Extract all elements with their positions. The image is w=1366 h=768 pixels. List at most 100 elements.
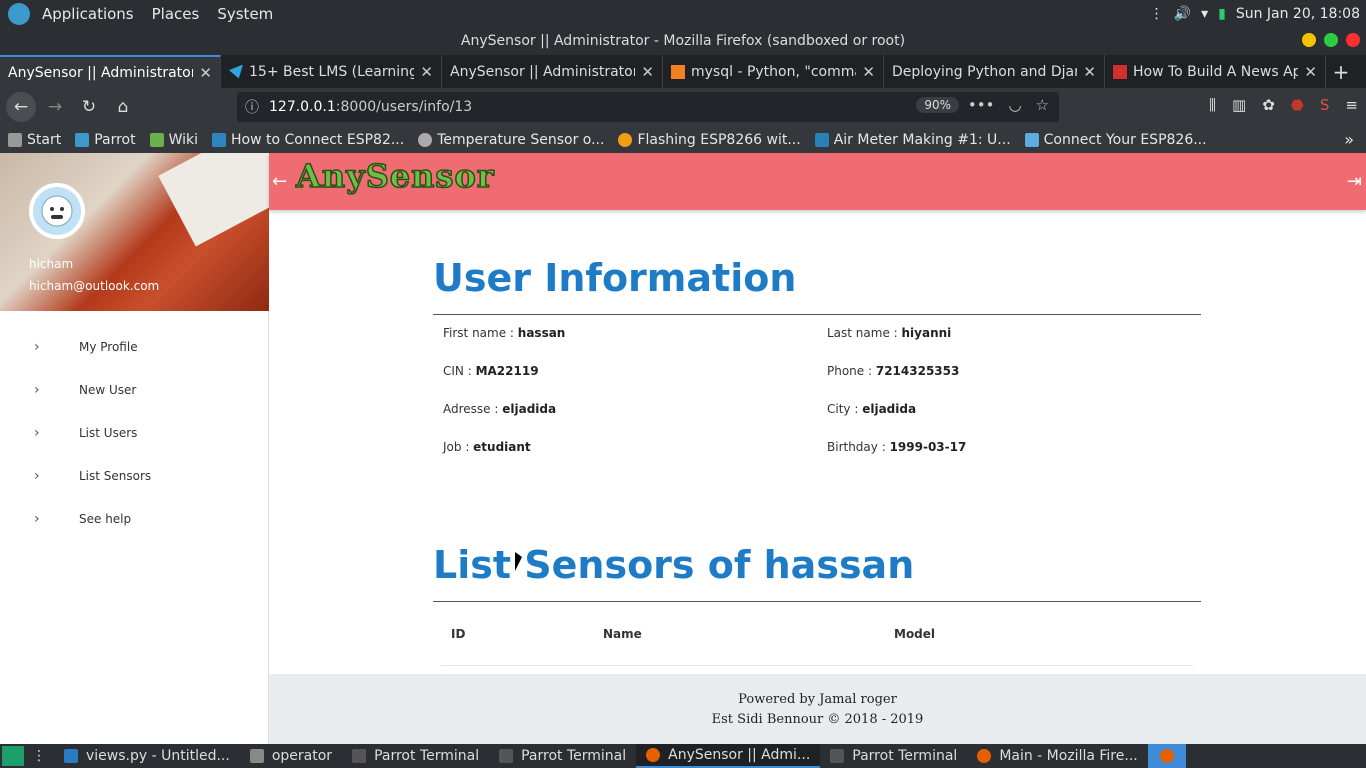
new-tab-button[interactable]: + — [1326, 55, 1356, 88]
extension-icon[interactable]: ✿ — [1262, 96, 1275, 114]
task-terminal-2[interactable]: Parrot Terminal — [489, 744, 636, 768]
close-tab-icon[interactable]: ✕ — [199, 64, 212, 82]
menu-applications[interactable]: Applications — [42, 0, 134, 28]
library-icon[interactable]: ⫼ — [1209, 96, 1216, 114]
bookmark-esp-connect[interactable]: How to Connect ESP82... — [212, 132, 404, 148]
tab-news-app[interactable]: How To Build A News Ap ✕ — [1105, 55, 1326, 88]
bookmark-parrot[interactable]: Parrot — [75, 132, 136, 148]
task-firefox-launcher[interactable] — [1147, 744, 1186, 768]
gear-icon — [8, 132, 22, 147]
page-actions-icon[interactable]: ••• — [968, 96, 995, 114]
bookmark-star-icon[interactable]: ☆ — [1036, 96, 1049, 114]
s-extension-icon[interactable]: S — [1320, 96, 1330, 114]
close-tab-icon[interactable]: ✕ — [420, 63, 433, 81]
close-tab-icon[interactable]: ✕ — [862, 63, 875, 81]
header-background — [158, 153, 269, 247]
hamburger-menu-icon[interactable]: ≡ — [1345, 96, 1358, 114]
back-arrow-icon[interactable]: ← — [272, 171, 287, 192]
tab-lms[interactable]: 15+ Best LMS (Learning M ✕ — [221, 55, 442, 88]
field-value: hiyanni — [901, 326, 952, 340]
column-id[interactable]: ID — [451, 627, 603, 641]
tab-mysql[interactable]: mysql - Python, "comma ✕ — [663, 55, 884, 88]
sensors-title: List Sensors of hassan — [433, 543, 1201, 602]
field-label: Job : — [443, 440, 474, 454]
task-operator[interactable]: operator — [240, 744, 342, 768]
vscode-icon — [64, 749, 78, 763]
menu-places[interactable]: Places — [152, 0, 200, 28]
url-bar[interactable]: ⓘ 127.0.0.1 :8000/users/info/13 90% ••• … — [237, 92, 1059, 122]
sidebar-item-label: See help — [79, 511, 132, 526]
task-firefox-main[interactable]: Main - Mozilla Fire... — [967, 744, 1147, 768]
tab-anysensor-2[interactable]: AnySensor || Administrator ✕ — [442, 55, 663, 88]
system-tray: ⋮ 🔊 ▾ ▮ Sun Jan 20, 18:08 — [1150, 0, 1360, 28]
sidebar-icon[interactable]: ▥ — [1232, 96, 1246, 114]
app-header: ← AnySensor ⇥ — [269, 153, 1366, 210]
sidebar-item-see-help[interactable]: › See help — [0, 497, 268, 540]
field-value: MA22119 — [475, 364, 539, 378]
task-anysensor[interactable]: AnySensor || Admi... — [636, 744, 821, 768]
close-tab-icon[interactable]: ✕ — [1304, 63, 1317, 81]
tab-anysensor-1[interactable]: AnySensor || Administrator ✕ — [0, 55, 221, 88]
sidebar-item-list-sensors[interactable]: › List Sensors — [0, 454, 268, 497]
battery-icon[interactable]: ▮ — [1218, 6, 1226, 22]
field-label: Adresse : — [443, 402, 503, 416]
info-icon[interactable]: ⓘ — [245, 97, 259, 117]
bookmark-connect-esp[interactable]: Connect Your ESP826... — [1024, 132, 1207, 148]
task-terminal-3[interactable]: Parrot Terminal — [820, 744, 967, 768]
column-name[interactable]: Name — [603, 627, 894, 641]
home-button[interactable]: ⌂ — [108, 92, 138, 122]
menu-system[interactable]: System — [217, 0, 273, 28]
task-label: Parrot Terminal — [374, 748, 480, 764]
sidebar-item-label: My Profile — [79, 339, 138, 354]
page-footer: Powered by Jamal roger Est Sidi Bennour … — [269, 674, 1366, 744]
minimize-button[interactable] — [1302, 33, 1316, 47]
close-tab-icon[interactable]: ✕ — [1083, 63, 1096, 81]
tray-menu-icon[interactable]: ⋮ — [1150, 6, 1164, 22]
bookmark-air-meter[interactable]: Air Meter Making #1: U... — [814, 132, 1011, 148]
show-desktop-button[interactable] — [2, 746, 24, 766]
sidebar-item-label: New User — [79, 382, 137, 397]
bookmark-wiki[interactable]: Wiki — [149, 131, 199, 148]
task-terminal-1[interactable]: Parrot Terminal — [342, 744, 489, 768]
task-views-py[interactable]: views.py - Untitled... — [54, 744, 240, 768]
ublock-icon[interactable]: ⬣ — [1291, 96, 1304, 114]
tab-label: mysql - Python, "comma — [691, 63, 857, 80]
forward-button[interactable]: → — [40, 92, 70, 122]
mouse-cursor-icon — [515, 552, 522, 571]
sidebar-item-new-user[interactable]: › New User — [0, 368, 268, 411]
volume-icon[interactable]: 🔊 — [1174, 6, 1191, 22]
reload-button[interactable]: ↻ — [74, 92, 104, 122]
bookmark-flashing[interactable]: Flashing ESP8266 wit... — [618, 132, 801, 148]
bookmark-start[interactable]: Start — [8, 132, 61, 148]
field-value: eljadida — [862, 402, 917, 416]
bookmark-temp-sensor[interactable]: Temperature Sensor o... — [418, 132, 604, 148]
url-host: 127.0.0.1 — [269, 99, 336, 115]
bookmarks-overflow-icon[interactable]: » — [1344, 130, 1354, 149]
app-logo[interactable]: AnySensor — [295, 156, 495, 196]
field-value: hassan — [517, 326, 566, 340]
column-model[interactable]: Model — [894, 627, 935, 641]
maximize-button[interactable] — [1324, 33, 1338, 47]
back-button[interactable]: ← — [6, 92, 36, 122]
pocket-icon[interactable]: ◡ — [1008, 96, 1021, 114]
parrot-menu-icon[interactable] — [8, 3, 30, 25]
field-label: CIN : — [443, 364, 476, 378]
url-path: :8000/users/info/13 — [335, 99, 473, 115]
avatar[interactable] — [29, 183, 85, 239]
hashtag-icon — [814, 132, 829, 147]
user-info-grid: First name : hassan Last name : hiyanni … — [433, 315, 1201, 467]
system-menus: Applications Places System — [36, 0, 297, 28]
sidebar-item-my-profile[interactable]: › My Profile — [0, 325, 268, 368]
wifi-icon[interactable]: ▾ — [1201, 6, 1208, 22]
logout-icon[interactable]: ⇥ — [1347, 171, 1362, 192]
task-label: operator — [271, 748, 333, 764]
system-top-bar: Applications Places System ⋮ 🔊 ▾ ▮ Sun J… — [0, 0, 1366, 28]
close-tab-icon[interactable]: ✕ — [641, 63, 654, 81]
user-name: hicham — [29, 257, 74, 271]
zoom-indicator[interactable]: 90% — [916, 97, 959, 113]
clock[interactable]: Sun Jan 20, 18:08 — [1236, 6, 1360, 22]
tab-deploying[interactable]: Deploying Python and Djang ✕ — [884, 55, 1105, 88]
bookmark-label: Wiki — [168, 131, 199, 148]
sidebar-item-list-users[interactable]: › List Users — [0, 411, 268, 454]
close-button[interactable] — [1346, 33, 1360, 47]
